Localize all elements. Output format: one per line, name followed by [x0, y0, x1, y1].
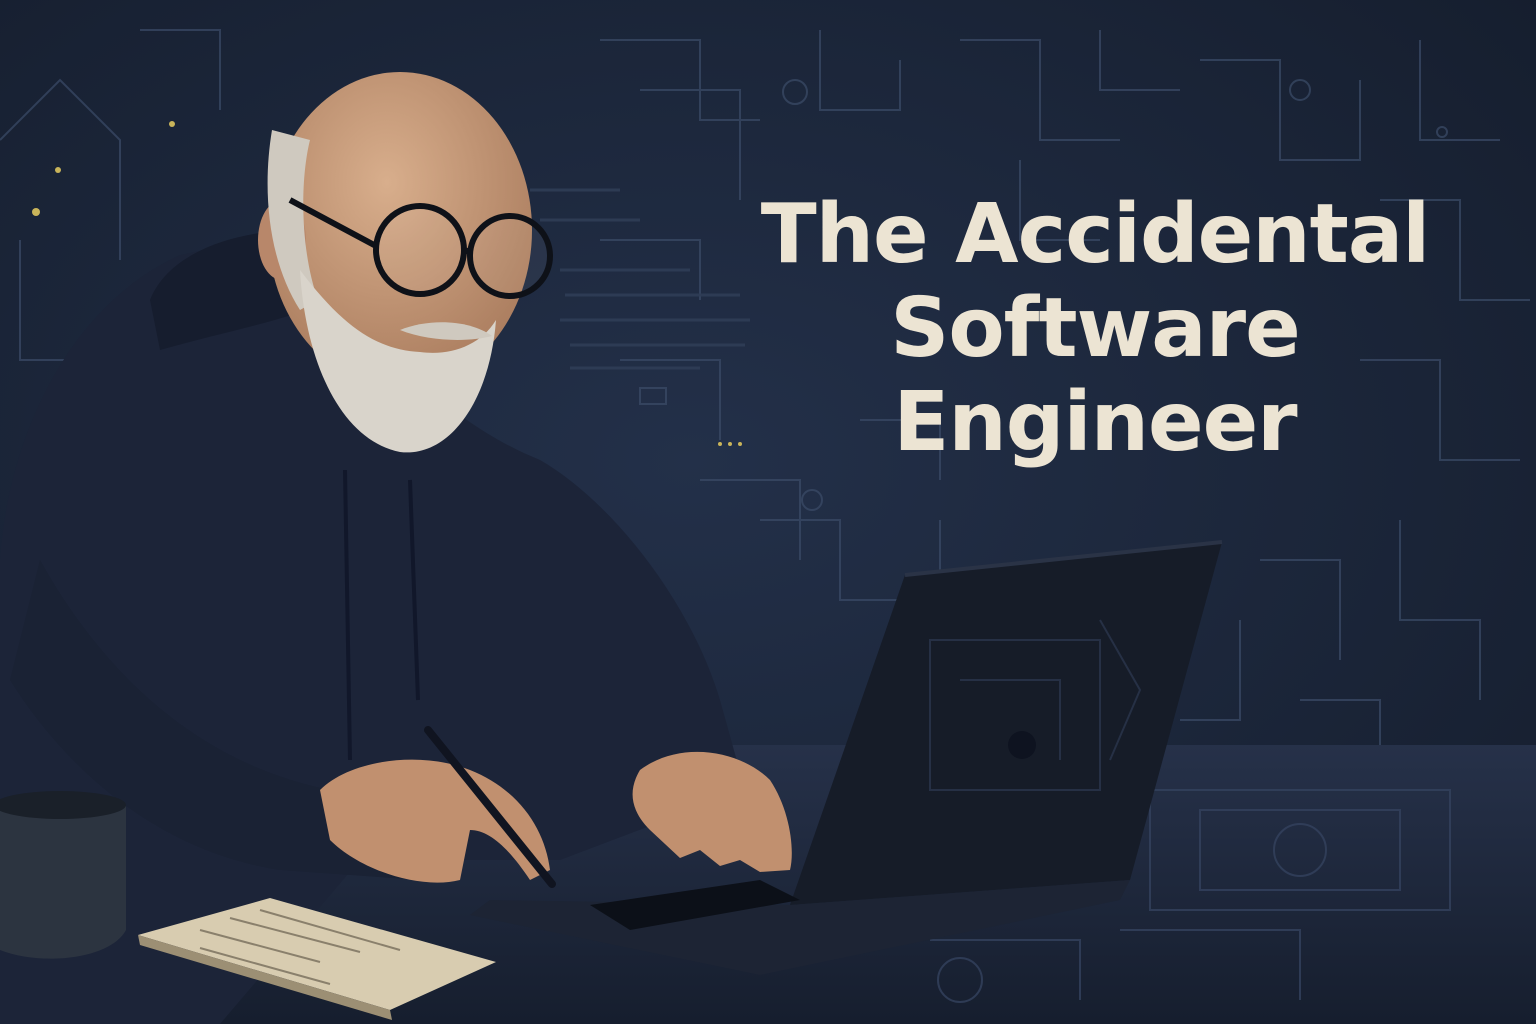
cover-illustration: The Accidental Software Engineer [0, 0, 1536, 1024]
title-line-1: The Accidental [760, 187, 1431, 282]
laptop-logo [1008, 731, 1036, 759]
coffee-mug [0, 791, 126, 959]
title-line-3: Engineer [893, 375, 1297, 470]
title-line-2: Software [890, 281, 1300, 376]
cover-title: The Accidental Software Engineer [700, 188, 1490, 470]
illustration-canvas [0, 0, 1536, 1024]
